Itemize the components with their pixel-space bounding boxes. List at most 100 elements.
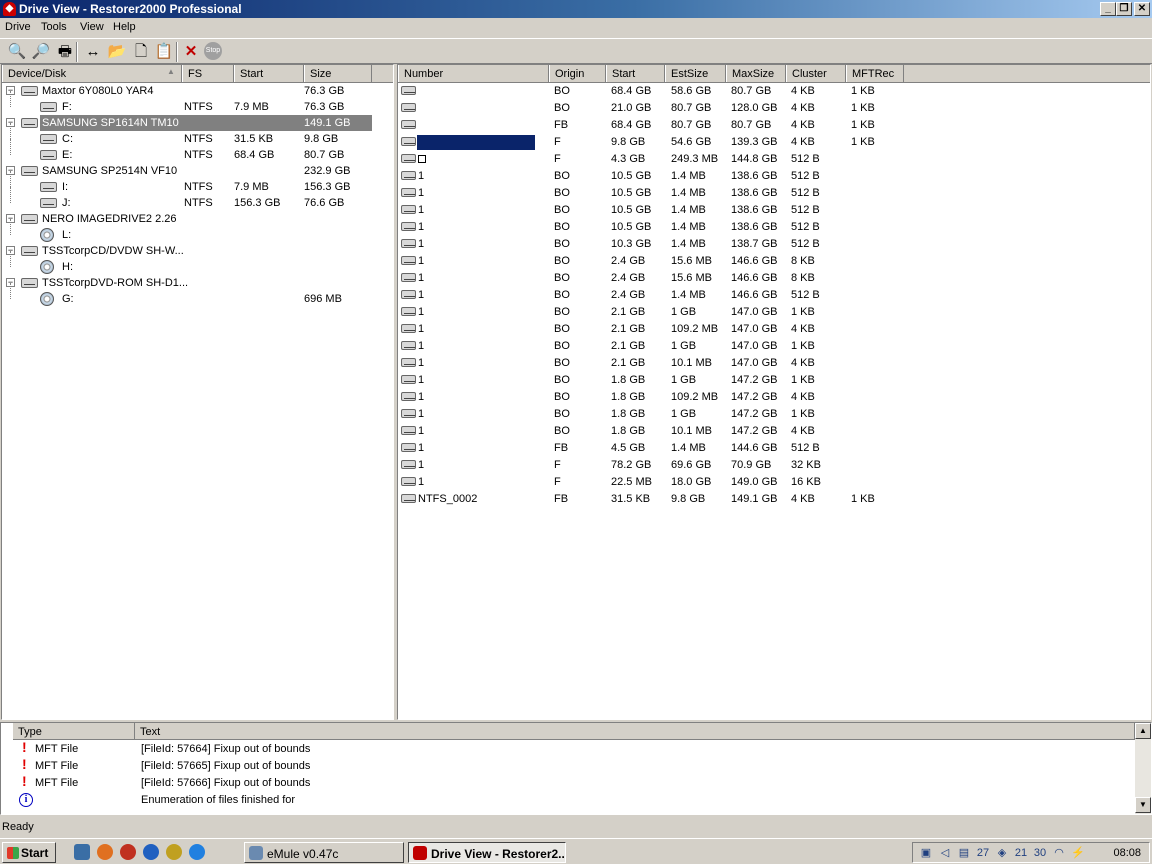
menu-view[interactable]: View xyxy=(80,21,104,33)
table-row[interactable]: 1 BO 1.8 GB 1 GB 147.2 GB 1 KB xyxy=(398,406,1150,423)
table-row[interactable]: 1 BO 1.8 GB 109.2 MB 147.2 GB 4 KB xyxy=(398,389,1150,406)
log-row[interactable]: ! MFT File [FileId: 57665] Fixup out of bo… xyxy=(1,756,1131,775)
tree-row[interactable]: − NERO IMAGEDRIVE2 2.26 xyxy=(2,211,393,228)
table-row[interactable]: 1 BO 10.5 GB 1.4 MB 138.6 GB 512 B xyxy=(398,219,1150,236)
calendar-icon[interactable]: 21 xyxy=(1014,846,1028,860)
delete-icon[interactable]: ✕ xyxy=(181,42,201,62)
menu-tools[interactable]: Tools xyxy=(41,21,67,33)
column-origin[interactable]: Origin xyxy=(549,65,606,82)
globe-icon[interactable] xyxy=(189,844,205,860)
tree-row[interactable]: G: 696 MB xyxy=(2,283,393,308)
table-row[interactable]: 1 BO 2.4 GB 15.6 MB 146.6 GB 8 KB xyxy=(398,253,1150,270)
table-row[interactable]: 1 F 22.5 MB 18.0 GB 149.0 GB 16 KB xyxy=(398,474,1150,491)
column-start[interactable]: Start xyxy=(606,65,665,82)
tree-row[interactable]: − TSSTcorpDVD-ROM SH-D1... xyxy=(2,275,393,292)
menu-help[interactable]: Help xyxy=(113,21,136,33)
table-row[interactable]: 1 FB 4.5 GB 1.4 MB 144.6 GB 512 B xyxy=(398,440,1150,457)
antivirus-icon[interactable]: ⚡ xyxy=(1071,846,1085,860)
tree-row[interactable]: J: NTFS 156.3 GB 76.6 GB xyxy=(2,187,393,212)
table-row[interactable]: F 9.8 GB 54.6 GB 139.3 GB 4 KB 1 KB xyxy=(398,134,1150,151)
taskbar-button[interactable]: Drive View - Restorer2... xyxy=(408,842,566,863)
tree-row[interactable]: F: NTFS 7.9 MB 76.3 GB xyxy=(2,91,393,116)
table-row[interactable]: 1 BO 2.4 GB 15.6 MB 146.6 GB 8 KB xyxy=(398,270,1150,287)
table-row[interactable]: 1 BO 2.1 GB 10.1 MB 147.0 GB 4 KB xyxy=(398,355,1150,372)
tree-row[interactable]: − Maxtor 6Y080L0 YAR4 76.3 GB xyxy=(2,83,393,100)
table-row[interactable]: 1 BO 1.8 GB 10.1 MB 147.2 GB 4 KB xyxy=(398,423,1150,440)
device-tree-panel[interactable]: Device/Disk ▲ FS Start Size − Maxtor 6Y080… xyxy=(1,64,394,720)
tree-row[interactable]: − SAMSUNG SP1614N TM10 149.1 GB xyxy=(2,115,393,132)
start-button[interactable]: Start xyxy=(2,842,56,863)
table-row[interactable]: BO 68.4 GB 58.6 GB 80.7 GB 4 KB 1 KB xyxy=(398,83,1150,100)
firefox-icon[interactable] xyxy=(97,844,113,860)
log-column-text[interactable]: Text xyxy=(135,723,1135,740)
column-size[interactable]: Size xyxy=(304,65,372,82)
print-icon[interactable]: 🖶 xyxy=(55,42,75,62)
network-icon[interactable]: ▣ xyxy=(919,846,933,860)
partition-est: 15.6 MB xyxy=(671,272,712,284)
table-row[interactable]: 1 BO 2.1 GB 109.2 MB 147.0 GB 4 KB xyxy=(398,321,1150,338)
column-start[interactable]: Start xyxy=(234,65,304,82)
search-icon[interactable]: 🔎 xyxy=(31,42,51,62)
column-mftrec[interactable]: MFTRec xyxy=(846,65,904,82)
show-desktop-icon[interactable] xyxy=(74,844,90,860)
menu-drive[interactable]: Drive xyxy=(5,21,31,33)
scroll-up-icon[interactable]: ▲ xyxy=(1135,723,1151,739)
taskbar-button[interactable]: eMule v0.47c xyxy=(244,842,404,863)
log-row[interactable]: ! MFT File [FileId: 57664] Fixup out of bo… xyxy=(1,739,1131,758)
table-row[interactable]: 1 BO 2.1 GB 1 GB 147.0 GB 1 KB xyxy=(398,304,1150,321)
usb-icon[interactable]: ◠ xyxy=(1052,846,1066,860)
table-row[interactable]: 1 BO 10.5 GB 1.4 MB 138.6 GB 512 B xyxy=(398,185,1150,202)
table-row[interactable]: NTFS_0002 FB 31.5 KB 9.8 GB 149.1 GB 4 KB 1 KB xyxy=(398,491,1150,508)
log-column-type[interactable]: Type xyxy=(13,723,135,740)
clock[interactable]: 08:08 xyxy=(1113,847,1141,859)
table-row[interactable]: BO 21.0 GB 80.7 GB 128.0 GB 4 KB 1 KB xyxy=(398,100,1150,117)
column-estsize[interactable]: EstSize xyxy=(665,65,726,82)
tree-row[interactable]: − SAMSUNG SP2514N VF10 232.9 GB xyxy=(2,163,393,180)
minimize-button[interactable]: _ xyxy=(1100,2,1116,16)
maximize-button[interactable]: ❐ xyxy=(1116,2,1132,16)
tree-row[interactable]: H: xyxy=(2,251,393,276)
table-row[interactable]: 1 BO 10.5 GB 1.4 MB 138.6 GB 512 B xyxy=(398,168,1150,185)
paste-icon[interactable]: 📋 xyxy=(154,42,174,62)
column-device-disk[interactable]: Device/Disk ▲ xyxy=(2,65,182,82)
copy-icon[interactable]: 🗋 xyxy=(131,42,151,62)
tree-row[interactable]: I: NTFS 7.9 MB 156.3 GB xyxy=(2,171,393,196)
mouse-icon[interactable]: 30 xyxy=(1033,846,1047,860)
tray-app-icon[interactable]: ◈ xyxy=(995,846,1009,860)
log-row[interactable]: ! MFT File [FileId: 57666] Fixup out of bo… xyxy=(1,773,1131,792)
open-icon[interactable]: 📂 xyxy=(107,42,127,62)
table-row[interactable]: F 4.3 GB 249.3 MB 144.8 GB 512 B xyxy=(398,151,1150,168)
column-fs[interactable]: FS xyxy=(182,65,234,82)
table-row[interactable]: FB 68.4 GB 80.7 GB 80.7 GB 4 KB 1 KB xyxy=(398,117,1150,134)
close-button[interactable]: ✕ xyxy=(1134,2,1150,16)
log-row[interactable]: i Enumeration of files finished for xyxy=(1,792,1131,809)
title-bar[interactable]: ◆ Drive View - Restorer2000 Professional… xyxy=(0,0,1152,18)
tool-icon[interactable] xyxy=(166,844,182,860)
column-number[interactable]: Number xyxy=(398,65,549,82)
volume-icon[interactable]: ◁ xyxy=(938,846,952,860)
tree-row[interactable]: L: xyxy=(2,219,393,244)
log-panel[interactable]: Type Text ! MFT File [FileId: 57664] Fixup… xyxy=(0,722,1152,815)
column-maxsize[interactable]: MaxSize xyxy=(726,65,786,82)
table-row[interactable]: 1 BO 2.1 GB 1 GB 147.0 GB 1 KB xyxy=(398,338,1150,355)
column-cluster[interactable]: Cluster xyxy=(786,65,846,82)
table-row[interactable]: 1 F 78.2 GB 69.6 GB 70.9 GB 32 KB xyxy=(398,457,1150,474)
table-row[interactable]: 1 BO 2.4 GB 1.4 MB 146.6 GB 512 B xyxy=(398,287,1150,304)
log-scrollbar[interactable]: ▲ ▼ xyxy=(1135,723,1151,814)
stop-icon[interactable]: Stop xyxy=(204,42,222,60)
table-row[interactable]: 1 BO 1.8 GB 1 GB 147.2 GB 1 KB xyxy=(398,372,1150,389)
share-icon[interactable] xyxy=(143,844,159,860)
scroll-down-icon[interactable]: ▼ xyxy=(1135,797,1151,813)
scan-icon[interactable]: 🔍 xyxy=(7,42,27,62)
tree-row[interactable]: E: NTFS 68.4 GB 80.7 GB xyxy=(2,139,393,164)
partition-list-panel[interactable]: Number Origin Start EstSize MaxSize Clus… xyxy=(397,64,1151,720)
table-row[interactable]: 1 BO 10.5 GB 1.4 MB 138.6 GB 512 B xyxy=(398,202,1150,219)
monitor-icon[interactable]: ▤ xyxy=(957,846,971,860)
browser-icon[interactable] xyxy=(120,844,136,860)
info-icon[interactable]: 27 xyxy=(976,846,990,860)
tree-row[interactable]: − TSSTcorpCD/DVDW SH-W... xyxy=(2,243,393,260)
tree-row[interactable]: C: NTFS 31.5 KB 9.8 GB xyxy=(2,123,393,148)
table-row[interactable]: 1 BO 10.3 GB 1.4 MB 138.7 GB 512 B xyxy=(398,236,1150,253)
partition-icon xyxy=(401,103,416,112)
resize-icon[interactable]: ↔ xyxy=(83,42,103,62)
